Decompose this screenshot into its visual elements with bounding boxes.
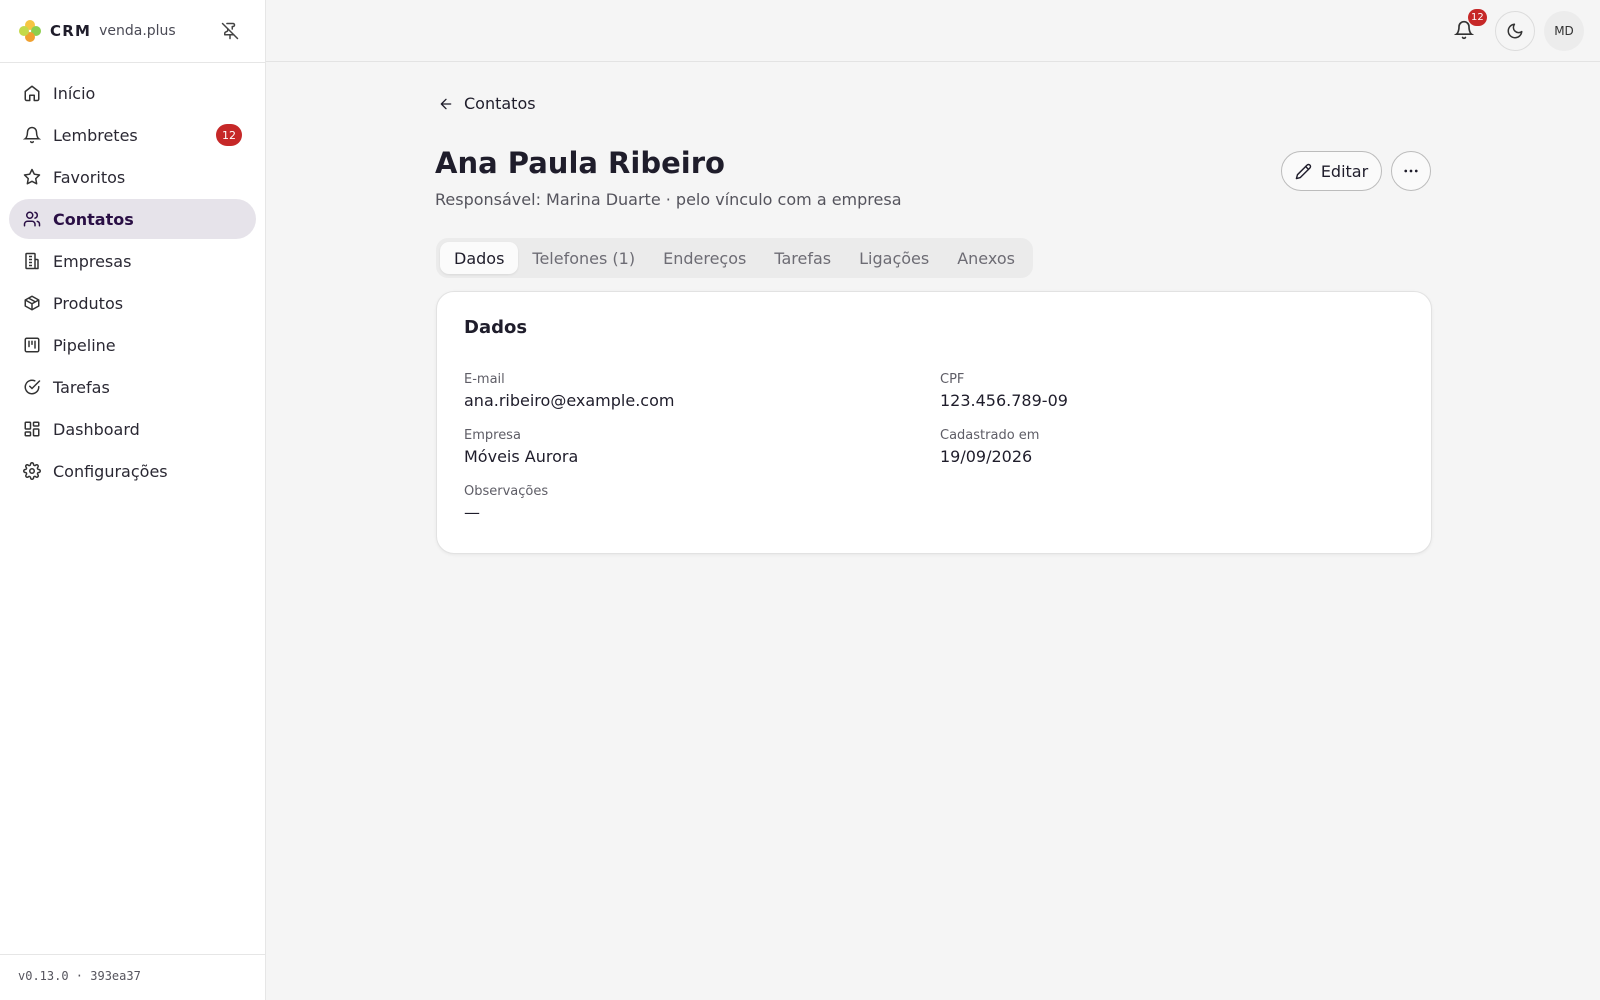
cpf-label: CPF [940, 372, 965, 387]
building-icon [23, 252, 41, 270]
tab-dados[interactable]: Dados [440, 242, 519, 274]
email-field: E-mail ana.ribeiro@example.com [464, 372, 674, 410]
sidebar-item-label: Favoritos [53, 167, 126, 187]
unpin-sidebar-icon[interactable] [218, 19, 242, 43]
sidebar-item-label: Início [53, 83, 96, 103]
sidebar: CRM venda.plus Início Lembretes 12 Favor… [0, 0, 266, 1000]
sidebar-item-contatos[interactable]: Contatos [9, 199, 256, 239]
reminders-count-badge: 12 [216, 124, 242, 146]
dashboard-icon [23, 420, 41, 438]
page-subtitle: Responsável: Marina Duarte · pelo víncul… [435, 190, 902, 209]
observacoes-label: Observações [464, 484, 549, 499]
tab-ligacoes[interactable]: Ligações [845, 242, 943, 274]
card-title: Dados [464, 317, 528, 338]
sidebar-item-label: Configurações [53, 461, 168, 481]
user-avatar[interactable]: MD [1544, 11, 1584, 51]
users-icon [23, 210, 41, 228]
moon-icon [1507, 23, 1523, 39]
topbar: 12 MD [266, 0, 1600, 62]
brand-name: CRM [50, 22, 92, 40]
sidebar-item-lembretes[interactable]: Lembretes 12 [9, 115, 256, 155]
sidebar-item-empresas[interactable]: Empresas [9, 241, 256, 281]
edit-button[interactable]: Editar [1281, 151, 1382, 191]
sidebar-item-favoritos[interactable]: Favoritos [9, 157, 256, 197]
sidebar-item-label: Produtos [53, 293, 124, 313]
check-circle-icon [23, 378, 41, 396]
back-to-contatos-link[interactable]: Contatos [438, 94, 536, 113]
sidebar-item-pipeline[interactable]: Pipeline [9, 325, 256, 365]
more-horizontal-icon [1404, 169, 1418, 173]
theme-toggle-button[interactable] [1495, 11, 1535, 51]
sidebar-item-label: Pipeline [53, 335, 116, 355]
sidebar-item-label: Tarefas [53, 377, 110, 397]
package-icon [23, 294, 41, 312]
sidebar-item-inicio[interactable]: Início [9, 73, 256, 113]
empresa-value: Móveis Aurora [464, 447, 579, 466]
arrow-left-icon [438, 95, 456, 113]
empresa-field: Empresa Móveis Aurora [464, 428, 578, 466]
cadastrado-field: Cadastrado em 19/09/2026 [940, 428, 1039, 466]
sidebar-item-label: Dashboard [53, 419, 140, 439]
empresa-label: Empresa [464, 428, 521, 443]
page-title: Ana Paula Ribeiro [435, 146, 725, 180]
observacoes-field: Observações — [464, 484, 548, 522]
edit-button-label: Editar [1320, 161, 1369, 181]
back-link-label: Contatos [464, 94, 536, 113]
sidebar-item-label: Lembretes [53, 125, 138, 145]
brand-subtitle: venda.plus [99, 23, 176, 39]
home-icon [23, 84, 41, 102]
cpf-value: 123.456.789-09 [940, 391, 1068, 410]
pencil-icon [1295, 162, 1313, 180]
sidebar-item-label: Empresas [53, 251, 132, 271]
bell-icon [23, 126, 41, 144]
notification-count-badge: 12 [1468, 9, 1487, 26]
contact-tabs: Dados Telefones (1) Endereços Tarefas Li… [436, 238, 1033, 278]
brand-logo [18, 19, 42, 43]
tab-enderecos[interactable]: Endereços [649, 242, 760, 274]
gear-icon [23, 462, 41, 480]
sidebar-item-label: Contatos [53, 209, 134, 229]
contact-data-card: Dados E-mail ana.ribeiro@example.com CPF… [436, 291, 1432, 554]
email-label: E-mail [464, 372, 505, 387]
brand: CRM venda.plus [0, 0, 265, 63]
sidebar-item-configuracoes[interactable]: Configurações [9, 451, 256, 491]
kanban-icon [23, 336, 41, 354]
observacoes-value: — [464, 503, 480, 522]
tab-telefones[interactable]: Telefones (1) [518, 242, 649, 274]
cpf-field: CPF 123.456.789-09 [940, 372, 1068, 410]
tab-tarefas[interactable]: Tarefas [760, 242, 845, 274]
cadastrado-value: 19/09/2026 [940, 447, 1033, 466]
app-version: v0.13.0 · 393ea37 [0, 954, 265, 1000]
tab-anexos[interactable]: Anexos [943, 242, 1029, 274]
cadastrado-label: Cadastrado em [940, 428, 1040, 443]
email-value: ana.ribeiro@example.com [464, 391, 675, 410]
more-options-button[interactable] [1391, 151, 1431, 191]
sidebar-item-produtos[interactable]: Produtos [9, 283, 256, 323]
sidebar-item-tarefas[interactable]: Tarefas [9, 367, 256, 407]
star-icon [23, 168, 41, 186]
sidebar-nav: Início Lembretes 12 Favoritos Contatos E… [0, 63, 265, 503]
sidebar-item-dashboard[interactable]: Dashboard [9, 409, 256, 449]
